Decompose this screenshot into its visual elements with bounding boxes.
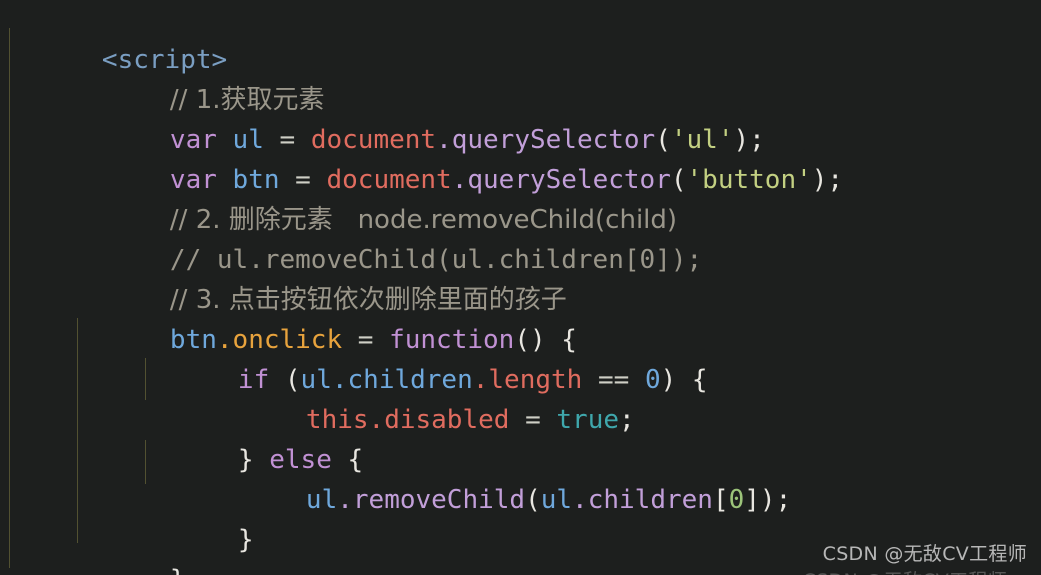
code-block[interactable]: <script> // 1.获取元素 var ul = document.que… [0,0,1041,575]
code-line-11: } else { [0,400,1041,475]
code-line-6: // ul.removeChild(ul.children[0]); [0,200,1041,275]
code-line-4: var btn = document.querySelector('button… [0,120,1041,195]
code-line-2: // 1.获取元素 [0,40,1041,115]
code-line-9: if (ul.children.length == 0) { [0,320,1041,395]
code-line-7: // 3. 点击按钮依次删除里面的孩子 [0,240,1041,315]
code-screenshot: <script> // 1.获取元素 var ul = document.que… [0,0,1041,575]
code-line-12: ul.removeChild(ul.children[0]); [0,440,1041,515]
code-line-3: var ul = document.querySelector('ul'); [0,80,1041,155]
code-line-5: // 2. 删除元素 node.removeChild(child) [0,160,1041,235]
code-line-14: } [0,520,1041,575]
code-line-1: <script> [0,0,1041,75]
code-line-13: } [0,480,1041,555]
code-line-10: this.disabled = true; [0,360,1041,435]
token-close-brace-3: } [170,565,186,575]
code-line-8: btn.onclick = function() { [0,280,1041,355]
